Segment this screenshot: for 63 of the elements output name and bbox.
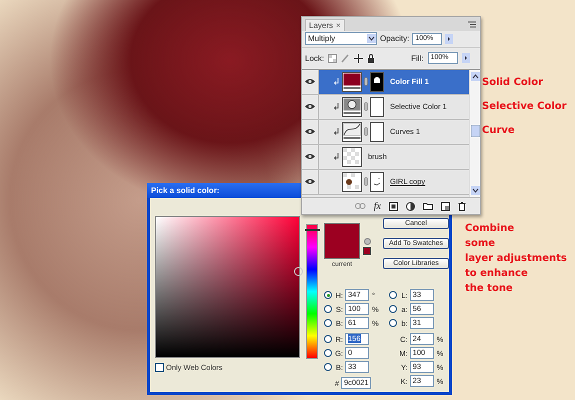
checkbox[interactable]	[155, 363, 164, 372]
lock-icon[interactable]	[367, 54, 376, 63]
panel-tab[interactable]: Layers ×	[305, 18, 345, 31]
radio-button[interactable]	[388, 305, 397, 313]
note-text: to enhance	[465, 267, 529, 280]
mask-thumbnail	[370, 96, 384, 117]
radio-button[interactable]	[388, 291, 397, 299]
radio-button[interactable]	[324, 319, 332, 327]
radio-button[interactable]	[324, 291, 332, 299]
layer-thumbnail	[342, 172, 362, 192]
chain-icon[interactable]	[364, 77, 368, 86]
web-color-swatch[interactable]	[363, 247, 371, 255]
chain-icon[interactable]	[364, 102, 368, 112]
scrollbar[interactable]	[469, 70, 480, 198]
note-text: Combine	[465, 222, 516, 235]
fx-button[interactable]: fx	[374, 200, 381, 212]
chain-icon[interactable]	[364, 127, 368, 136]
callout-label: Solid Color	[482, 76, 544, 89]
chain-icon[interactable]	[364, 177, 368, 186]
fill-label: Fill:	[411, 54, 424, 63]
eye-icon[interactable]	[305, 128, 315, 136]
eye-icon[interactable]	[305, 178, 315, 186]
scroll-up-icon[interactable]	[470, 72, 480, 81]
scroll-down-icon[interactable]	[470, 186, 480, 196]
callout-label: Selective Color	[482, 100, 567, 113]
adjustment-thumbnail	[342, 96, 362, 117]
mask-thumbnail	[370, 72, 384, 92]
radio-button[interactable]	[324, 363, 332, 371]
radio-button[interactable]	[324, 335, 332, 343]
panel-menu-icon[interactable]	[468, 20, 476, 28]
note-text: the tone	[465, 282, 514, 295]
mask-thumbnail	[370, 122, 384, 142]
eye-icon[interactable]	[305, 153, 315, 160]
radio-button[interactable]	[324, 305, 332, 313]
mask-icon[interactable]	[389, 202, 398, 211]
arrow-right-icon[interactable]	[462, 53, 470, 64]
half-circle-icon[interactable]	[406, 202, 415, 211]
radio-button[interactable]	[324, 349, 332, 357]
layer-thumbnail	[342, 146, 362, 167]
close-button[interactable]: ×	[336, 20, 341, 30]
dropdown-arrow-icon	[367, 34, 376, 44]
checker-icon[interactable]	[328, 54, 338, 63]
folder-icon[interactable]	[423, 202, 433, 210]
hue-slider-thumb[interactable]	[305, 229, 320, 232]
note-text: some	[465, 237, 496, 250]
scroll-thumb-icon[interactable]	[470, 124, 480, 137]
lock-label: Lock:	[305, 54, 324, 63]
arrow-right-icon[interactable]	[445, 34, 454, 44]
note-text: layer adjustments	[465, 252, 567, 265]
move-icon[interactable]	[354, 54, 364, 63]
picker-ring[interactable]	[294, 267, 303, 276]
eye-icon[interactable]	[305, 78, 315, 86]
color-fill-thumbnail	[342, 72, 362, 92]
opacity-label: Opacity:	[380, 34, 410, 44]
radio-button[interactable]	[388, 319, 397, 327]
curves-thumbnail	[342, 122, 362, 142]
mask-thumbnail	[370, 172, 384, 192]
color-field[interactable]	[155, 216, 300, 358]
trash-icon[interactable]	[458, 202, 466, 211]
callout-label: Curve	[482, 124, 516, 137]
eye-icon[interactable]	[305, 103, 315, 110]
new-layer-icon[interactable]	[441, 202, 450, 211]
blend-mode-dropdown[interactable]: Multiply	[305, 32, 377, 46]
